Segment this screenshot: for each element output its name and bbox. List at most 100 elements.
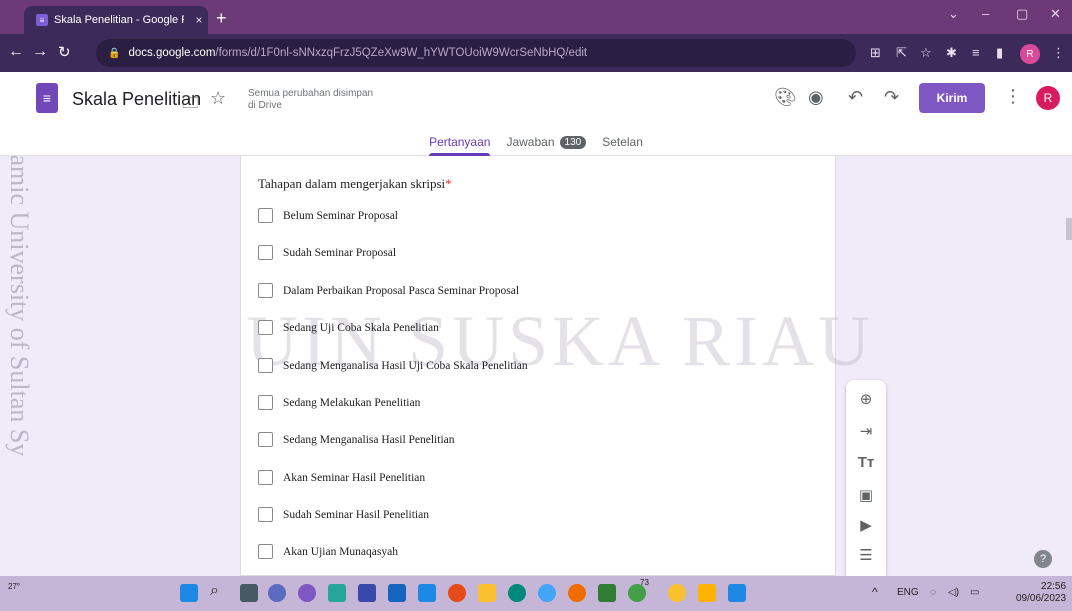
volume-icon[interactable]: ◁): [948, 587, 959, 598]
edge-icon[interactable]: [508, 584, 526, 602]
floating-toolbar: ⊕ ⇥ Tт ▣ ▶ ☰: [846, 380, 886, 576]
add-question-icon[interactable]: ⊕: [846, 390, 886, 408]
add-section-icon[interactable]: ☰: [846, 546, 886, 564]
tray-chevron-icon[interactable]: ^: [872, 585, 878, 599]
undo-icon[interactable]: ↶: [848, 87, 863, 108]
side-panel-icon[interactable]: ▮: [996, 45, 1003, 61]
option-label: Sedang Menganalisa Hasil Penelitian: [283, 433, 455, 446]
tab-close-icon[interactable]: ×: [190, 13, 208, 27]
browser-menu-icon[interactable]: ⋮: [1052, 45, 1065, 61]
task-view-icon[interactable]: [240, 584, 258, 602]
question-title[interactable]: Tahapan dalam mengerjakan skripsi*: [258, 176, 452, 192]
checkbox-option[interactable]: Sudah Seminar Hasil Penelitian: [258, 507, 429, 522]
opera-icon[interactable]: [568, 584, 586, 602]
add-title-icon[interactable]: Tт: [846, 454, 886, 471]
lock-icon: 🔒: [108, 47, 121, 59]
powerpoint-icon[interactable]: [448, 584, 466, 602]
page-scrollbar[interactable]: [1066, 218, 1072, 240]
palette-icon[interactable]: 🎨︎: [774, 87, 797, 108]
more-options-icon[interactable]: ⋮: [1004, 86, 1022, 107]
forms-header: ≡ Skala Penelitian 🗀 ☆ Semua perubahan d…: [0, 72, 1072, 156]
extensions-icon[interactable]: ✱: [946, 45, 957, 61]
wifi-icon[interactable]: ◌: [930, 587, 936, 598]
app-icon-5[interactable]: [728, 584, 746, 602]
browser-tab-strip: ≡ Skala Penelitian - Google Formul × + ⌄…: [0, 0, 1072, 34]
checkbox[interactable]: [258, 320, 273, 335]
checkbox-option[interactable]: Sedang Menganalisa Hasil Uji Coba Skala …: [258, 358, 528, 373]
app-icon-3[interactable]: [538, 584, 556, 602]
minimize-icon[interactable]: –: [982, 6, 989, 21]
app-icon-2[interactable]: [358, 584, 376, 602]
checkbox-option[interactable]: Akan Ujian Munaqasyah: [258, 544, 398, 559]
address-bar[interactable]: 🔒 docs.google.com /forms/d/1F0nl-sNNxzqF…: [96, 39, 856, 67]
url-path: /forms/d/1F0nl-sNNxzqFrzJ5QZeXw9W_hYWTOU…: [215, 47, 588, 59]
tab-responses[interactable]: Jawaban 130: [506, 128, 587, 156]
calculator-icon[interactable]: [418, 584, 436, 602]
browser-tab[interactable]: ≡ Skala Penelitian - Google Formul ×: [24, 6, 208, 34]
back-icon[interactable]: ←: [8, 43, 24, 61]
excel-icon[interactable]: [598, 584, 616, 602]
redo-icon[interactable]: ↷: [884, 87, 899, 108]
checkbox-option[interactable]: Sudah Seminar Proposal: [258, 245, 396, 260]
checkbox-option[interactable]: Sedang Melakukan Penelitian: [258, 395, 420, 410]
account-avatar[interactable]: R: [1036, 86, 1060, 110]
import-questions-icon[interactable]: ⇥: [846, 422, 886, 440]
folder-icon[interactable]: 🗀: [182, 90, 199, 119]
reading-list-icon[interactable]: ≡: [972, 45, 980, 60]
restore-icon[interactable]: ▢: [1016, 6, 1028, 22]
share-icon[interactable]: ⇱: [896, 45, 907, 61]
checkbox-option[interactable]: Dalam Perbaikan Proposal Pasca Seminar P…: [258, 283, 519, 298]
checkbox[interactable]: [258, 395, 273, 410]
app-icon-1[interactable]: [328, 584, 346, 602]
weather-widget[interactable]: 27°: [8, 582, 20, 591]
checkbox[interactable]: [258, 358, 273, 373]
option-label: Dalam Perbaikan Proposal Pasca Seminar P…: [283, 284, 520, 297]
forward-icon[interactable]: →: [32, 43, 48, 61]
teams-icon[interactable]: [298, 584, 316, 602]
close-window-icon[interactable]: ✕: [1050, 6, 1061, 22]
add-video-icon[interactable]: ▶: [846, 516, 886, 534]
search-icon[interactable]: ⌕: [210, 582, 228, 600]
checkbox[interactable]: [258, 208, 273, 223]
checkbox-option[interactable]: Akan Seminar Hasil Penelitian: [258, 470, 425, 485]
checkbox[interactable]: [258, 544, 273, 559]
save-status-line2: di Drive: [248, 100, 282, 111]
word-icon[interactable]: [388, 584, 406, 602]
meet-icon[interactable]: [268, 584, 286, 602]
browser-profile-avatar[interactable]: R: [1020, 44, 1040, 64]
tab-settings[interactable]: Setelan: [602, 128, 643, 156]
forms-app-icon[interactable]: ≡: [36, 83, 58, 113]
send-button[interactable]: Kirim: [919, 83, 985, 113]
add-image-icon[interactable]: ▣: [846, 486, 886, 504]
tab-search-icon[interactable]: ⌄: [948, 6, 959, 22]
tab-settings-label: Setelan: [602, 135, 643, 149]
help-icon[interactable]: ?: [1034, 550, 1052, 568]
language-indicator[interactable]: ENG: [897, 587, 919, 598]
chrome-icon[interactable]: [668, 584, 686, 602]
translate-icon[interactable]: ⊞: [870, 45, 881, 61]
whatsapp-badge: 73: [640, 578, 649, 587]
star-icon[interactable]: ☆: [210, 88, 226, 109]
tab-questions-label: Pertanyaan: [429, 135, 491, 149]
responses-count-badge: 130: [559, 135, 587, 149]
file-explorer-icon[interactable]: [478, 584, 496, 602]
start-windows-icon[interactable]: [180, 584, 198, 602]
checkbox[interactable]: [258, 432, 273, 447]
system-clock[interactable]: 22:56 09/06/2023: [1016, 581, 1066, 605]
checkbox[interactable]: [258, 470, 273, 485]
checkbox-option[interactable]: Sedang Menganalisa Hasil Penelitian: [258, 432, 455, 447]
preview-eye-icon[interactable]: ◉: [808, 87, 824, 108]
checkbox[interactable]: [258, 507, 273, 522]
tab-questions[interactable]: Pertanyaan: [429, 128, 491, 156]
checkbox[interactable]: [258, 245, 273, 260]
bookmark-star-icon[interactable]: ☆: [920, 45, 932, 61]
reload-icon[interactable]: ↻: [58, 43, 71, 61]
app-icon-4[interactable]: [698, 584, 716, 602]
taskbar: 27° ⌕ 73 ^ ENG ◌ ◁) ▭ 22:56 09/06/2023: [0, 576, 1072, 611]
new-tab-button[interactable]: +: [216, 8, 227, 29]
option-label: Sudah Seminar Proposal: [283, 246, 397, 259]
checkbox[interactable]: [258, 283, 273, 298]
checkbox-option[interactable]: Sedang Uji Coba Skala Penelitian: [258, 320, 439, 335]
battery-icon[interactable]: ▭: [970, 587, 979, 598]
checkbox-option[interactable]: Belum Seminar Proposal: [258, 208, 398, 223]
